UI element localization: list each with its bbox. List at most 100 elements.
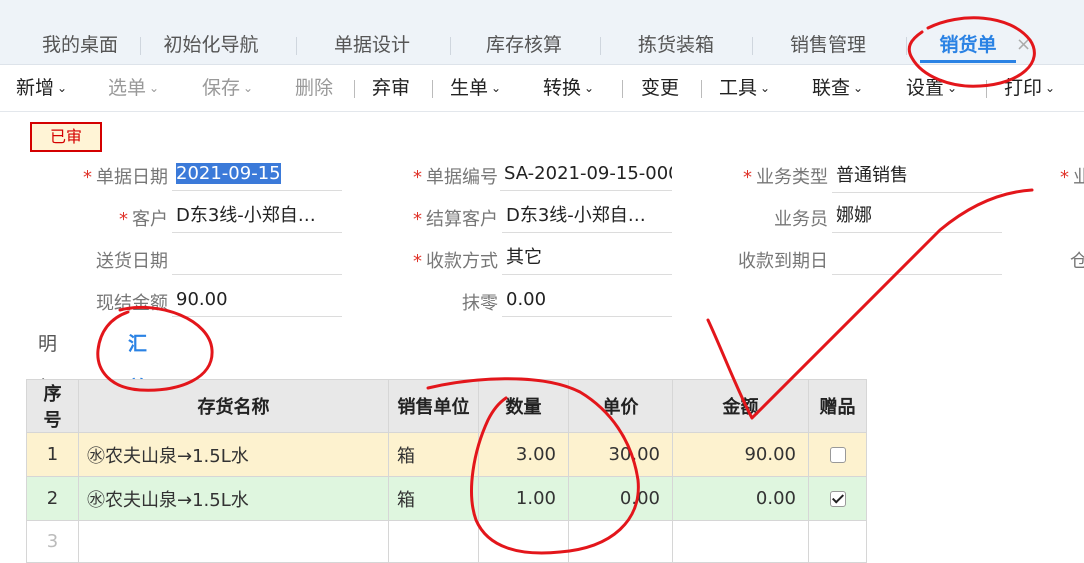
business-type-field[interactable]: 普通销售 (832, 162, 1002, 193)
table-row[interactable]: 2 ㊌农夫山泉→1.5L水 箱 1.00 0.00 0.00 (26, 476, 867, 521)
item-name-cell[interactable]: ㊌农夫山泉→1.5L水 (78, 476, 389, 521)
price-cell[interactable]: 0.00 (568, 476, 673, 521)
cash-amount-field[interactable]: 90.00 (172, 286, 342, 317)
change-button[interactable]: 变更 (641, 65, 679, 111)
chevron-down-icon: ⌄ (947, 81, 958, 95)
select-doc-label: 选单 (108, 77, 147, 99)
table-row[interactable]: 3 (26, 520, 867, 563)
delete-button[interactable]: 删除 (295, 65, 333, 111)
qty-cell[interactable] (478, 520, 569, 563)
line-items-table: 序号 存货名称 销售单位 数量 单价 金额 赠品 1 ㊌农夫山泉→1.5L水 箱… (26, 379, 867, 563)
tab-inventory-accounting[interactable]: 库存核算 (480, 28, 568, 64)
col-header-qty[interactable]: 数量 (478, 379, 569, 433)
customer-field[interactable]: D东3线-小郑自… (172, 202, 342, 233)
unit-cell[interactable]: 箱 (388, 476, 479, 521)
rounding-label: 抹零 (462, 293, 498, 314)
row-number: 1 (26, 432, 79, 477)
gift-cell (808, 520, 867, 563)
settings-button[interactable]: 设置 ⌄ (906, 65, 957, 111)
tab-divider (906, 37, 907, 55)
gift-checkbox[interactable] (829, 491, 846, 507)
payment-method-label: * 收款方式 (413, 251, 498, 272)
toolbar-divider (432, 80, 433, 98)
chevron-down-icon: ⌄ (243, 81, 254, 95)
tab-init-nav[interactable]: 初始化导航 (156, 28, 266, 64)
cash-amount-label: 现结金额 (96, 293, 168, 314)
convert-label: 转换 (543, 77, 582, 99)
item-name-cell[interactable] (78, 520, 389, 563)
annotation-circle-summary-tab (96, 305, 214, 392)
print-label: 打印 (1004, 77, 1043, 99)
price-cell[interactable] (568, 520, 673, 563)
tab-divider (752, 37, 753, 55)
col-header-unit[interactable]: 销售单位 (388, 379, 479, 433)
salesman-field[interactable]: 娜娜 (832, 202, 1002, 233)
tab-divider (600, 37, 601, 55)
due-date-field[interactable] (832, 244, 1002, 275)
tools-button[interactable]: 工具 ⌄ (719, 65, 770, 111)
customer-label: * 客户 (119, 209, 168, 230)
tools-label: 工具 (719, 77, 758, 99)
rounding-field[interactable]: 0.00 (502, 286, 672, 317)
gift-cell (808, 476, 867, 521)
top-tab-bar: 我的桌面 初始化导航 单据设计 库存核算 拣货装箱 销售管理 销货单 × (0, 0, 1084, 65)
save-button-label: 保存 (202, 77, 241, 99)
tab-divider (140, 37, 141, 55)
tab-sales-order-label: 销货单 (939, 34, 997, 56)
close-tab-icon[interactable]: × (1016, 28, 1031, 62)
chevron-down-icon: ⌄ (1045, 81, 1056, 95)
gift-checkbox[interactable] (829, 447, 846, 463)
col-header-gift[interactable]: 赠品 (808, 379, 867, 433)
doc-date-field[interactable]: 2021-09-15 (172, 160, 342, 191)
chevron-down-icon: ⌄ (760, 81, 771, 95)
qty-cell[interactable]: 1.00 (478, 476, 569, 521)
col-header-item-name[interactable]: 存货名称 (78, 379, 389, 433)
save-button[interactable]: 保存 ⌄ (202, 65, 253, 111)
qty-cell[interactable]: 3.00 (478, 432, 569, 477)
price-cell[interactable]: 30.00 (568, 432, 673, 477)
col-header-no[interactable]: 序号 (26, 379, 79, 433)
doc-number-field[interactable]: SA-2021-09-15-0006 (500, 160, 672, 191)
settle-customer-label: * 结算客户 (413, 209, 498, 230)
col-header-price[interactable]: 单价 (568, 379, 673, 433)
chevron-down-icon: ⌄ (853, 81, 864, 95)
generate-doc-label: 生单 (450, 77, 489, 99)
select-doc-button[interactable]: 选单 ⌄ (108, 65, 159, 111)
edge-label: 仓 (1070, 251, 1084, 272)
tab-strip: 我的桌面 初始化导航 单据设计 库存核算 拣货装箱 销售管理 销货单 × (0, 28, 1084, 64)
doc-number-label: * 单据编号 (413, 167, 498, 188)
salesman-label: 业务员 (774, 209, 828, 230)
item-name-cell[interactable]: ㊌农夫山泉→1.5L水 (78, 432, 389, 477)
delivery-date-field[interactable] (172, 244, 342, 275)
convert-button[interactable]: 转换 ⌄ (543, 65, 594, 111)
chevron-down-icon: ⌄ (491, 81, 502, 95)
unapprove-button[interactable]: 弃审 (372, 65, 410, 111)
link-query-button[interactable]: 联查 ⌄ (812, 65, 863, 111)
toolbar-divider (354, 80, 355, 98)
gift-cell (808, 432, 867, 477)
add-button[interactable]: 新增 ⌄ (16, 65, 67, 111)
tab-sales-order[interactable]: 销货单 (920, 28, 1016, 64)
business-type-label: * 业务类型 (743, 167, 828, 188)
add-button-label: 新增 (16, 77, 55, 99)
payment-method-field[interactable]: 其它 (502, 244, 672, 275)
delivery-date-label: 送货日期 (96, 251, 168, 272)
tab-desktop[interactable]: 我的桌面 (36, 28, 124, 64)
amount-cell[interactable]: 0.00 (672, 476, 809, 521)
toolbar-divider (986, 80, 987, 98)
tab-sales-management[interactable]: 销售管理 (784, 28, 872, 64)
doc-date-label: * 单据日期 (83, 167, 168, 188)
unit-cell[interactable]: 箱 (388, 432, 479, 477)
tab-picking-packing[interactable]: 拣货装箱 (632, 28, 720, 64)
edge-required-label: * 业 (1060, 167, 1084, 188)
amount-cell[interactable] (672, 520, 809, 563)
table-row[interactable]: 1 ㊌农夫山泉→1.5L水 箱 3.00 30.00 90.00 (26, 432, 867, 477)
toolbar-divider (622, 80, 623, 98)
col-header-amount[interactable]: 金额 (672, 379, 809, 433)
settle-customer-field[interactable]: D东3线-小郑自… (502, 202, 672, 233)
tab-doc-design[interactable]: 单据设计 (328, 28, 416, 64)
generate-doc-button[interactable]: 生单 ⌄ (450, 65, 501, 111)
print-button[interactable]: 打印 ⌄ (1004, 65, 1055, 111)
amount-cell[interactable]: 90.00 (672, 432, 809, 477)
unit-cell[interactable] (388, 520, 479, 563)
